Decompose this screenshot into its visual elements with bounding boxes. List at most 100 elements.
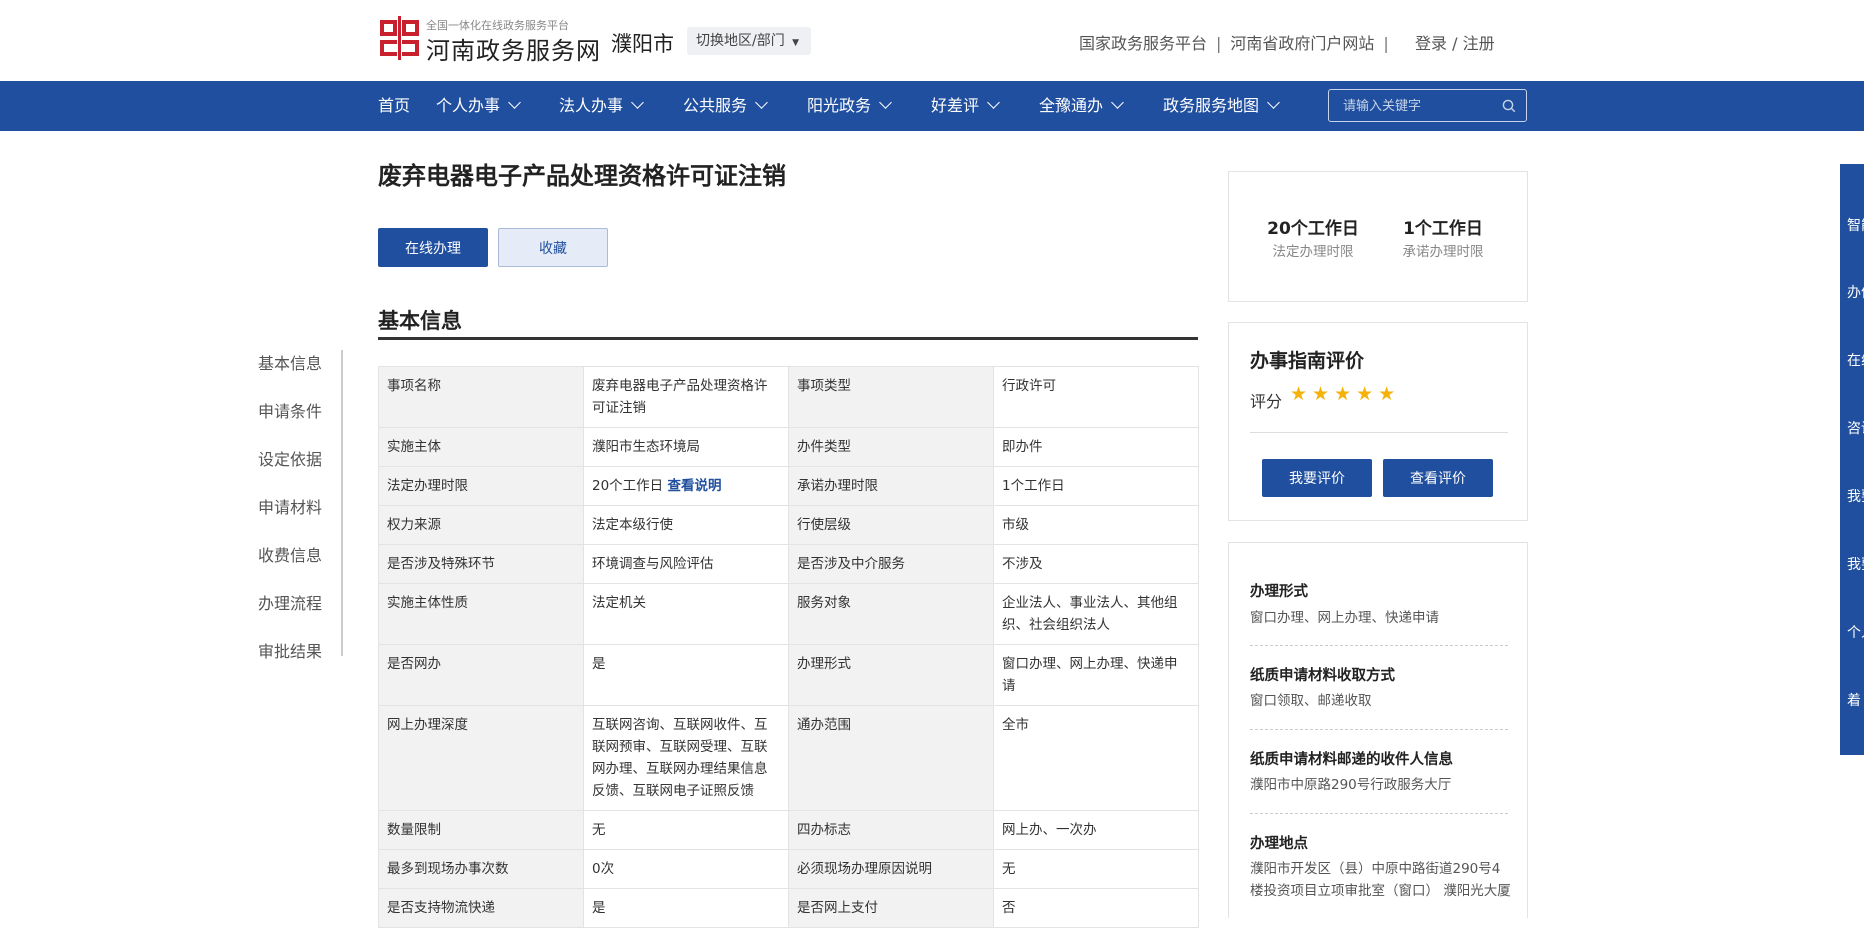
side-nav-basic-info[interactable]: 基本信息 <box>258 350 322 374</box>
search-icon[interactable] <box>1502 99 1516 113</box>
float-item-progress[interactable]: 办件 <box>1847 282 1864 302</box>
side-nav-result[interactable]: 审批结果 <box>258 638 322 662</box>
table-row: 事项名称 废弃电器电子产品处理资格许可证注销 事项类型 行政许可 <box>378 366 1199 428</box>
table-label: 是否支持物流快递 <box>378 888 584 928</box>
table-label: 事项类型 <box>788 366 994 428</box>
float-item-collapse[interactable]: 着 <box>1847 690 1864 710</box>
table-value: 市级 <box>993 505 1199 545</box>
table-value: 是 <box>583 644 789 706</box>
section-divider <box>378 337 1198 340</box>
search-input[interactable] <box>1343 97 1493 115</box>
table-label: 必须现场办理原因说明 <box>788 849 994 889</box>
float-item-smart[interactable]: 智能 <box>1847 215 1864 235</box>
nav-home[interactable]: 首页 <box>378 81 410 131</box>
table-value: 窗口办理、网上办理、快递申请 <box>993 644 1199 706</box>
view-explanation-link[interactable]: 查看说明 <box>667 478 721 494</box>
table-value: 0次 <box>583 849 789 889</box>
table-label: 最多到现场办事次数 <box>378 849 584 889</box>
nav-personal[interactable]: 个人办事 <box>436 81 521 131</box>
side-info-heading: 纸质申请材料收取方式 <box>1250 668 1395 684</box>
caret-down-icon: ▼ <box>792 38 800 48</box>
side-info-heading: 办理形式 <box>1250 584 1308 600</box>
side-info-value: 濮阳市开发区（县）中原中路街道290号4楼投资项目立项审批室（窗口） 濮阳光大厦 <box>1250 861 1511 899</box>
side-info-heading: 纸质申请材料邮递的收件人信息 <box>1250 752 1453 768</box>
table-value: 企业法人、事业法人、其他组织、社会组织法人 <box>993 583 1199 645</box>
nav-rating-label: 好差评 <box>931 96 980 115</box>
side-nav-conditions[interactable]: 申请条件 <box>258 398 322 422</box>
main-nav: 首页 个人办事 法人办事 公共服务 阳光政务 好差评 全豫通办 政务服务地图 <box>0 81 1864 131</box>
side-nav-process[interactable]: 办理流程 <box>258 590 322 614</box>
table-label: 网上办理深度 <box>378 705 584 811</box>
table-value: 网上办、一次办 <box>993 810 1199 850</box>
switch-region-button[interactable]: 切换地区/部门 ▼ <box>687 27 811 55</box>
dashed-divider <box>1250 645 1508 646</box>
float-item-suggest[interactable]: 我要 <box>1847 486 1864 506</box>
nav-legal-person-label: 法人办事 <box>559 96 624 115</box>
online-apply-button[interactable]: 在线办理 <box>378 228 488 267</box>
table-value: 环境调查与风险评估 <box>583 544 789 584</box>
table-label: 是否涉及特殊环节 <box>378 544 584 584</box>
henan-logo-icon[interactable] <box>378 16 422 60</box>
nav-province-wide[interactable]: 全豫通办 <box>1039 81 1124 131</box>
top-links: 国家政务服务平台 | 河南省政府门户网站 | <box>1079 30 1398 54</box>
table-row: 最多到现场办事次数 0次 必须现场办理原因说明 无 <box>378 849 1199 889</box>
nav-service-map[interactable]: 政务服务地图 <box>1163 81 1280 131</box>
table-label: 实施主体 <box>378 427 584 467</box>
separator: | <box>1216 34 1222 53</box>
table-label: 事项名称 <box>378 366 584 428</box>
side-nav-rail <box>341 350 343 656</box>
table-value: 互联网咨询、互联网收件、互联网预审、互联网受理、互联网办理、互联网办理结果信息反… <box>583 705 789 811</box>
chevron-down-icon <box>508 96 521 109</box>
side-nav-fees[interactable]: 收费信息 <box>258 542 322 566</box>
table-label: 是否涉及中介服务 <box>788 544 994 584</box>
table-row: 是否涉及特殊环节 环境调查与风险评估 是否涉及中介服务 不涉及 <box>378 544 1199 584</box>
page-title: 废弃电器电子产品处理资格许可证注销 <box>378 162 786 190</box>
table-value: 无 <box>583 810 789 850</box>
side-info-value: 窗口办理、网上办理、快递申请 <box>1250 610 1439 626</box>
table-value-cell: 20个工作日 查看说明 <box>583 466 789 506</box>
nav-personal-label: 个人办事 <box>436 96 501 115</box>
login-register-link[interactable]: 登录 / 注册 <box>1415 30 1495 54</box>
table-label: 实施主体性质 <box>378 583 584 645</box>
favorite-button[interactable]: 收藏 <box>498 228 608 267</box>
dashed-divider <box>1250 813 1508 814</box>
header: 全国一体化在线政务服务平台 河南政务服务网 濮阳市 切换地区/部门 ▼ 国家政务… <box>0 0 1864 81</box>
float-item-online[interactable]: 在线 <box>1847 350 1864 370</box>
logo-title[interactable]: 河南政务服务网 <box>426 31 601 66</box>
side-nav-materials[interactable]: 申请材料 <box>258 494 322 518</box>
chevron-down-icon <box>631 96 644 109</box>
nav-rating[interactable]: 好差评 <box>931 81 1000 131</box>
dashed-divider <box>1250 729 1508 730</box>
float-item-personal[interactable]: 个人 <box>1847 622 1864 642</box>
separator: | <box>1383 34 1389 53</box>
evaluation-divider <box>1250 432 1508 433</box>
table-value: 无 <box>993 849 1199 889</box>
table-label: 办理形式 <box>788 644 994 706</box>
table-row: 法定办理时限 20个工作日 查看说明 承诺办理时限 1个工作日 <box>378 466 1199 506</box>
table-row: 权力来源 法定本级行使 行使层级 市级 <box>378 505 1199 545</box>
chevron-down-icon <box>879 96 892 109</box>
table-label: 权力来源 <box>378 505 584 545</box>
chevron-down-icon <box>987 96 1000 109</box>
henan-portal-link[interactable]: 河南省政府门户网站 <box>1230 34 1374 53</box>
float-item-consult[interactable]: 咨询 <box>1847 418 1864 438</box>
table-row: 是否网办 是 办理形式 窗口办理、网上办理、快递申请 <box>378 644 1199 706</box>
view-ratings-button[interactable]: 查看评价 <box>1383 459 1493 497</box>
table-label: 通办范围 <box>788 705 994 811</box>
nav-public-service[interactable]: 公共服务 <box>683 81 768 131</box>
national-platform-link[interactable]: 国家政务服务平台 <box>1079 34 1207 53</box>
score-label: 评分 <box>1250 392 1283 411</box>
chevron-down-icon <box>1111 96 1124 109</box>
side-info-value: 濮阳市中原路290号行政服务大厅 <box>1250 777 1452 793</box>
table-row: 实施主体性质 法定机关 服务对象 企业法人、事业法人、其他组织、社会组织法人 <box>378 583 1199 645</box>
switch-region-label: 切换地区/部门 <box>696 33 785 49</box>
floating-service-bar: 智能 办件 在线 咨询 我要 我要 个人 着 <box>1840 164 1864 755</box>
nav-sunshine[interactable]: 阳光政务 <box>807 81 892 131</box>
float-item-complain[interactable]: 我要 <box>1847 554 1864 574</box>
rate-button[interactable]: 我要评价 <box>1262 459 1372 497</box>
table-label: 是否网办 <box>378 644 584 706</box>
nav-legal-person[interactable]: 法人办事 <box>559 81 644 131</box>
side-nav-basis[interactable]: 设定依据 <box>258 446 322 470</box>
chevron-down-icon <box>1267 96 1280 109</box>
side-info-heading: 办理地点 <box>1250 836 1308 852</box>
